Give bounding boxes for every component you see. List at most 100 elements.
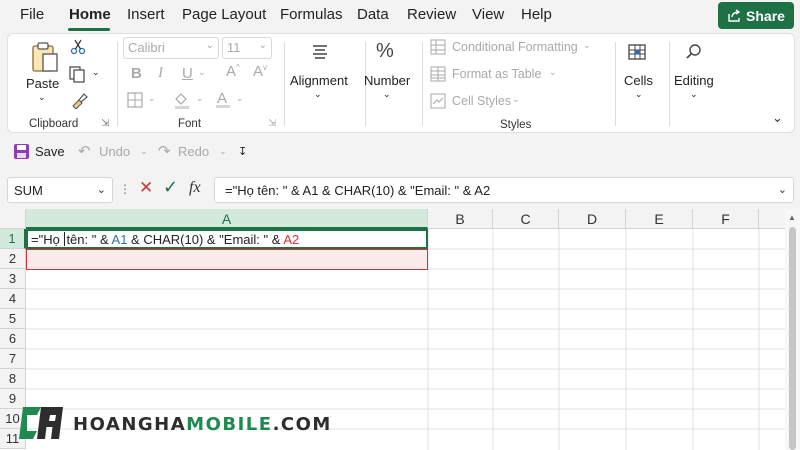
cancel-icon[interactable]: ✕	[139, 178, 153, 198]
customize-toolbar-icon[interactable]: ↧	[238, 145, 247, 158]
chevron-down-icon: ⌄	[512, 94, 520, 104]
more-options-icon[interactable]: ⋮	[119, 182, 131, 196]
chevron-down-icon: ⌄	[258, 40, 267, 51]
cut-icon[interactable]	[70, 39, 86, 60]
font-color-dropdown-icon[interactable]: ⌄	[236, 93, 244, 104]
undo-icon[interactable]: ↶	[78, 142, 91, 160]
borders-icon[interactable]	[126, 91, 144, 114]
menu-review[interactable]: Review	[407, 6, 456, 23]
cell-styles-button[interactable]: Cell Styles	[452, 94, 511, 108]
referenced-cell-a2[interactable]	[26, 249, 428, 270]
svg-text:A: A	[217, 90, 227, 107]
separator	[117, 42, 118, 126]
excel-window: File Home Insert Page Layout Formulas Da…	[0, 0, 800, 450]
cell-styles-icon[interactable]	[430, 93, 446, 114]
paste-icon[interactable]	[28, 40, 62, 74]
font-launcher-icon[interactable]: ⇲	[268, 118, 276, 129]
chevron-down-icon: ⌄	[583, 40, 591, 50]
chevron-down-icon[interactable]: ⌄	[690, 89, 698, 100]
redo-button[interactable]: Redo	[178, 144, 209, 159]
alignment-icon[interactable]	[310, 42, 330, 67]
cells-button[interactable]: Cells	[624, 73, 653, 88]
cell-ref-a1: A1	[111, 232, 128, 247]
insert-function-button[interactable]: fx	[189, 179, 201, 197]
search-icon[interactable]	[684, 42, 704, 67]
redo-icon[interactable]: ↷	[158, 142, 171, 160]
number-button[interactable]: Number	[364, 73, 410, 88]
font-group-label: Font	[178, 118, 202, 130]
clipboard-launcher-icon[interactable]: ⇲	[101, 118, 109, 129]
fill-color-icon[interactable]	[172, 90, 192, 115]
ribbon: Paste ⌄ ⌄ Clipboard ⇲ Calibri ⌄ 11 ⌄ B I…	[7, 33, 795, 133]
shrink-font-icon[interactable]: Av	[253, 63, 267, 80]
underline-icon[interactable]: U	[182, 65, 193, 82]
chevron-down-icon: ⌄	[205, 40, 214, 51]
editing-button[interactable]: Editing	[674, 73, 714, 88]
menu-help[interactable]: Help	[521, 6, 552, 23]
chevron-down-icon[interactable]: ⌄	[314, 89, 322, 100]
menu-insert[interactable]: Insert	[127, 6, 165, 23]
borders-dropdown-icon[interactable]: ⌄	[148, 93, 156, 104]
expand-formula-bar-icon[interactable]: ⌄	[778, 183, 787, 196]
scroll-up-icon[interactable]: ▲	[788, 213, 796, 222]
redo-dropdown-icon[interactable]: ⌄	[219, 146, 227, 157]
grow-font-icon[interactable]: A^	[226, 63, 240, 80]
copy-icon[interactable]	[68, 65, 86, 88]
menu-page-layout[interactable]: Page Layout	[182, 6, 266, 23]
italic-icon[interactable]: I	[158, 65, 163, 82]
font-size-value: 11	[227, 40, 241, 55]
chevron-down-icon: ⌄	[96, 184, 106, 196]
font-size-field[interactable]: 11 ⌄	[222, 37, 272, 59]
format-painter-icon[interactable]	[70, 91, 88, 114]
paste-dropdown-icon[interactable]: ⌄	[38, 92, 46, 103]
menu-home[interactable]: Home	[69, 6, 111, 23]
share-label: Share	[746, 7, 785, 24]
menu-bar: File Home Insert Page Layout Formulas Da…	[0, 0, 800, 32]
alignment-button[interactable]: Alignment	[290, 73, 348, 88]
watermark-logo: HOANGHAMOBILE.COM	[15, 402, 330, 446]
cells-icon[interactable]	[627, 42, 647, 67]
chevron-down-icon[interactable]: ⌄	[383, 89, 391, 100]
separator	[422, 42, 423, 126]
share-button[interactable]: Share	[718, 2, 794, 29]
font-color-icon[interactable]: A	[214, 89, 232, 114]
active-tab-indicator	[68, 28, 110, 31]
save-icon[interactable]	[13, 143, 30, 165]
fill-color-dropdown-icon[interactable]: ⌄	[196, 93, 204, 104]
menu-data[interactable]: Data	[357, 6, 389, 23]
watermark-brand-b: MOBILE	[186, 414, 273, 435]
ribbon-collapse-icon[interactable]: ⌄	[772, 110, 783, 126]
conditional-formatting-icon[interactable]	[430, 39, 446, 60]
formula-input[interactable]: ="Họ tên: " & A1 & CHAR(10) & "Email: " …	[214, 177, 794, 203]
conditional-formatting-button[interactable]: Conditional Formatting	[452, 40, 578, 54]
vertical-scrollbar[interactable]: ▲	[785, 209, 800, 450]
name-box[interactable]: SUM ⌄	[7, 177, 113, 203]
separator	[669, 42, 670, 126]
format-as-table-button[interactable]: Format as Table	[452, 67, 541, 81]
separator	[284, 42, 285, 126]
format-as-table-icon[interactable]	[430, 66, 446, 87]
underline-dropdown-icon[interactable]: ⌄	[198, 67, 206, 78]
cell-ref-a2: A2	[283, 232, 300, 247]
percent-icon[interactable]: %	[376, 40, 394, 63]
menu-view[interactable]: View	[472, 6, 504, 23]
enter-icon[interactable]: ✓	[163, 177, 178, 198]
brand-logo-icon	[19, 407, 63, 439]
chevron-down-icon[interactable]: ⌄	[635, 89, 643, 100]
menu-file[interactable]: File	[20, 6, 44, 23]
active-cell-a1[interactable]: ="Họ tên: " & A1 & CHAR(10) & "Email: " …	[26, 229, 428, 249]
separator	[615, 42, 616, 126]
undo-button[interactable]: Undo	[99, 144, 130, 159]
formula-text: ="Họ tên: " & A1 & CHAR(10) & "Email: " …	[225, 183, 491, 198]
bold-icon[interactable]: B	[131, 65, 142, 82]
paste-label: Paste	[26, 76, 60, 91]
copy-dropdown-icon[interactable]: ⌄	[92, 67, 100, 78]
cell-a1-text-mid: tên: " &	[66, 232, 112, 247]
undo-dropdown-icon[interactable]: ⌄	[140, 146, 148, 157]
chevron-down-icon: ⌄	[549, 67, 557, 77]
scrollbar-thumb[interactable]	[789, 227, 796, 450]
watermark-brand-a: HOANGHA	[73, 414, 187, 435]
menu-formulas[interactable]: Formulas	[280, 6, 343, 23]
save-button[interactable]: Save	[35, 144, 65, 159]
font-name-field[interactable]: Calibri ⌄	[123, 37, 219, 59]
